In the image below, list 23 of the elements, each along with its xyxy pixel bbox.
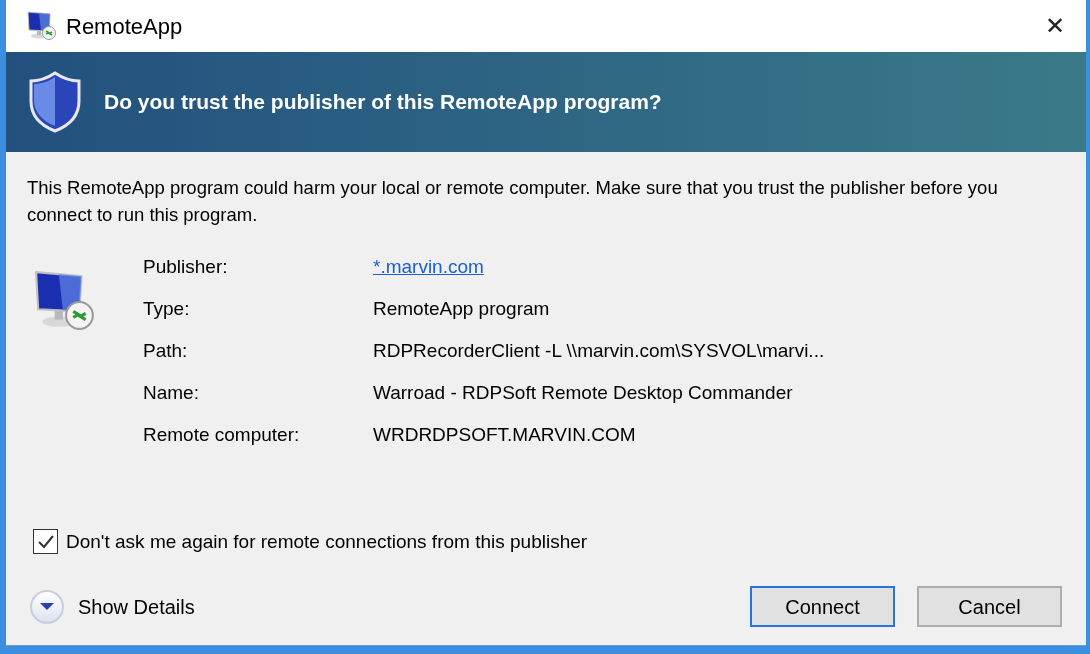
shield-icon [28,71,82,133]
banner-heading: Do you trust the publisher of this RemoteApp program? [104,89,662,116]
detail-label: Path: [143,339,189,363]
check-icon [36,533,55,550]
publisher-link[interactable]: *.marvin.com [373,253,825,281]
checkbox-label: Don't ask me again for remote connections from this publisher [66,529,588,554]
show-details-button[interactable]: Show Details [30,589,195,624]
detail-value: Warroad - RDPSoft Remote Desktop Commander [373,381,794,405]
window-title: RemoteApp [66,12,183,41]
remote-desktop-icon [26,10,58,42]
dialog-button[interactable]: Connect [750,586,895,627]
checkbox[interactable] [33,529,58,555]
dialog-button[interactable]: Cancel [917,586,1062,627]
expand-icon [30,589,64,624]
close-button[interactable]: ✕ [1030,6,1080,46]
detail-value: RDPRecorderClient -L \\marvin.com\SYSVOL\marvi... [373,339,825,363]
detail-label: Remote computer: [143,423,301,447]
warning-message: This RemoteApp program could harm your local or remote computer. Make sure that you trust the publisher before you connect to run this program. [27,176,999,227]
detail-label: Type: [143,297,191,321]
detail-value: WRDRDPSOFT.MARVIN.COM [373,423,637,447]
detail-label: Publisher: [143,255,229,279]
detail-label: Name: [143,381,200,405]
detail-value: RemoteApp program [373,297,551,321]
